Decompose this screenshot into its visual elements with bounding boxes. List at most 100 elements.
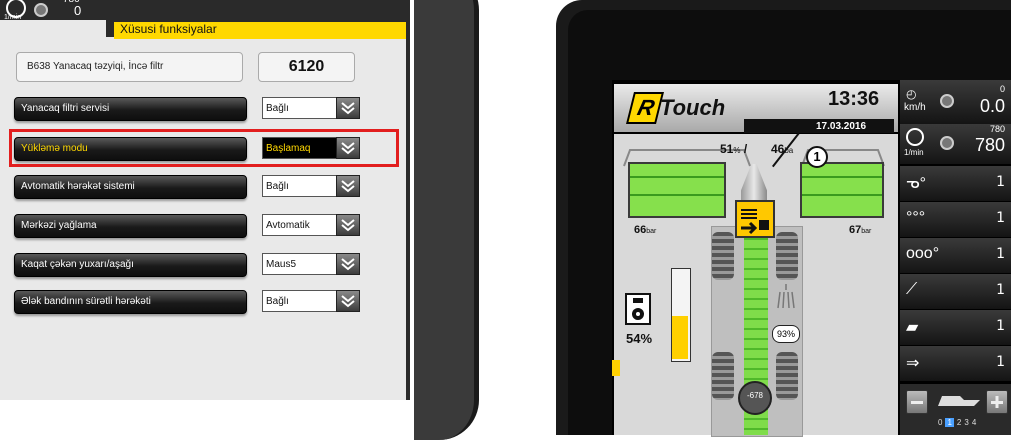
rpm-top: 780 xyxy=(989,124,1005,134)
machine-side-icon xyxy=(934,390,984,412)
logo-text: Touch xyxy=(660,95,726,120)
select-value: Bağlı xyxy=(266,181,289,192)
tank-percent: 54% xyxy=(626,331,653,346)
belt-percent: 93% xyxy=(772,325,800,343)
dots-rising-icon: °°° xyxy=(906,209,926,226)
select-belt-lift[interactable]: Maus5 xyxy=(262,253,360,275)
dial-icon xyxy=(940,136,954,150)
row-label: Kaqat çəkən yuxarı/aşağı xyxy=(21,259,134,270)
device-bezel xyxy=(414,0,479,440)
minus-button[interactable] xyxy=(906,390,928,414)
callout-marker: 1 xyxy=(806,146,828,168)
page-number[interactable]: 0 xyxy=(938,418,942,427)
rpm-gauge: 1/min 780 780 xyxy=(900,124,1011,166)
top-percent-unit: % xyxy=(733,146,741,155)
page-title: Xüsusi funksiyalar xyxy=(120,22,217,36)
hook-icon: ᓀ° xyxy=(906,175,927,192)
info-value-box: 6120 xyxy=(258,52,355,82)
clock-date: 17.03.2016 xyxy=(816,121,867,132)
gauge-row[interactable]: ▰ 1 xyxy=(900,310,1011,346)
right-pressure-unit: bar xyxy=(861,228,872,235)
select-value: Bağlı xyxy=(266,103,289,114)
page-number[interactable]: 3 xyxy=(964,418,968,427)
gauge-row[interactable]: ⇒ 1 xyxy=(900,346,1011,382)
dial-icon xyxy=(940,94,954,108)
right-pressure: 67bar xyxy=(849,224,871,236)
rear-left-wheel xyxy=(712,352,734,400)
side-indicator xyxy=(612,360,620,376)
top-percent-value: 51 xyxy=(720,142,734,156)
lock-value: -678 xyxy=(738,381,772,415)
page-control-area: 0 1 2 3 4 xyxy=(900,384,1011,435)
speed-unit: km/h xyxy=(904,102,926,113)
spray-icon xyxy=(777,284,795,309)
rpm-unit: 1/min xyxy=(4,14,22,21)
gauge-row-value: 1 xyxy=(996,174,1005,190)
gauge-row-value: 1 xyxy=(996,282,1005,298)
select-fuel-filter[interactable]: Bağlı xyxy=(262,97,360,119)
cabin-icon: ▰ xyxy=(906,319,919,336)
wheel-arrow-icon: ⇒ xyxy=(906,355,920,372)
gauge-row[interactable]: °°° 1 xyxy=(900,202,1011,238)
select-value: Maus5 xyxy=(266,259,297,270)
engine-icon xyxy=(906,128,924,146)
tank-icon xyxy=(625,293,651,325)
header-cap xyxy=(106,20,114,37)
logo-mark-letter: R xyxy=(635,95,658,120)
speed-gauge: ◴ km/h 0 0.0 xyxy=(900,80,1011,124)
dots-level-icon: ooo° xyxy=(906,245,940,262)
row-label: Ələk bandının sürətli hərəkəti xyxy=(21,296,151,307)
left-pressure-unit: bar xyxy=(646,228,657,235)
front-left-wheel xyxy=(712,232,734,280)
tank-fill xyxy=(672,316,688,359)
speed-value: 0.0 xyxy=(979,96,1005,116)
gauge-row-value: 1 xyxy=(996,210,1005,226)
row-label: Avtomatik hərəkət sistemi xyxy=(21,181,135,192)
page-margin xyxy=(0,400,410,435)
page-number[interactable]: 2 xyxy=(957,418,961,427)
select-value: Bağlı xyxy=(266,296,289,307)
left-pressure: 66bar xyxy=(634,224,656,236)
page-indicator: 0 1 2 3 4 xyxy=(938,418,976,427)
chevron-down-icon[interactable] xyxy=(336,175,360,197)
speed-top: 0 xyxy=(999,84,1005,94)
boom-icon: ⟋ xyxy=(906,281,918,298)
row-button-fuel-filter[interactable]: Yanacaq filtri servisi xyxy=(14,97,247,121)
left-pressure-value: 66 xyxy=(634,224,647,236)
row-button-belt-lift[interactable]: Kaqat çəkən yuxarı/aşağı xyxy=(14,253,247,277)
row-label: Yanacaq filtri servisi xyxy=(21,103,110,114)
status-bar xyxy=(0,0,410,20)
page-number-active[interactable]: 1 xyxy=(945,418,954,427)
select-sieve-belt-fast[interactable]: Bağlı xyxy=(262,290,360,312)
left-bunker-level xyxy=(628,162,726,218)
row-button-sieve-belt-fast[interactable]: Ələk bandının sürətli hərəkəti xyxy=(14,290,247,314)
select-auto-drive[interactable]: Bağlı xyxy=(262,175,360,197)
right-pressure-value: 67 xyxy=(849,224,862,236)
row-button-central-lubrication[interactable]: Mərkəzi yağlama xyxy=(14,214,247,238)
row-button-auto-drive[interactable]: Avtomatik hərəkət sistemi xyxy=(14,175,247,199)
clock-time: 13:36 xyxy=(828,88,880,110)
plus-button[interactable] xyxy=(986,390,1008,414)
front-right-wheel xyxy=(776,232,798,280)
gauge-row[interactable]: ooo° 1 xyxy=(900,238,1011,274)
panel-divider xyxy=(406,0,410,400)
chevron-down-icon[interactable] xyxy=(336,214,360,236)
gauge-row[interactable]: ⟋ 1 xyxy=(900,274,1011,310)
gauge-row-value: 1 xyxy=(996,246,1005,262)
chevron-down-icon[interactable] xyxy=(336,290,360,312)
info-value: 6120 xyxy=(288,58,325,75)
rpm-value: 0 xyxy=(74,3,82,18)
select-value: Avtomatik xyxy=(266,220,310,231)
loading-mode-warning-icon xyxy=(735,200,775,238)
dial-icon xyxy=(34,3,48,17)
chevron-down-icon[interactable] xyxy=(336,253,360,275)
rpm-value: 780 xyxy=(974,135,1005,155)
selection-highlight xyxy=(9,129,399,167)
right-bunker-level xyxy=(800,162,884,218)
chevron-down-icon[interactable] xyxy=(336,97,360,119)
select-central-lubrication[interactable]: Avtomatik xyxy=(262,214,360,236)
gauge-row-value: 1 xyxy=(996,354,1005,370)
rpm-unit: 1/min xyxy=(904,148,924,157)
page-number[interactable]: 4 xyxy=(972,418,976,427)
gauge-row[interactable]: ᓀ° 1 xyxy=(900,166,1011,202)
